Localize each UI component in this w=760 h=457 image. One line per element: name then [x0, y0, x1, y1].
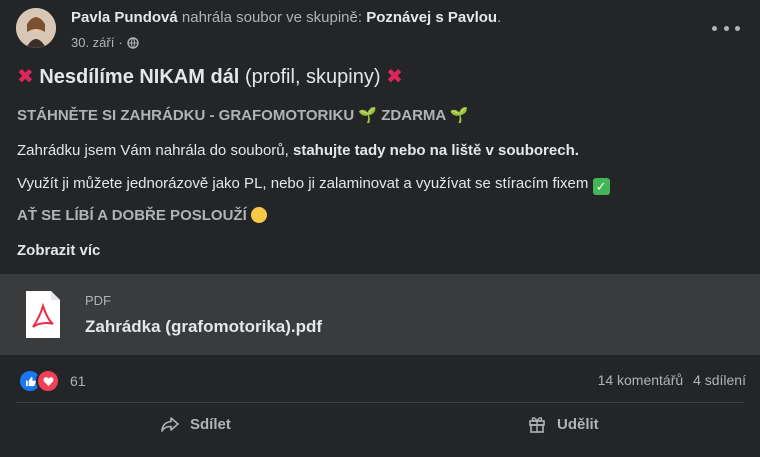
globe-icon: [127, 36, 139, 49]
comments-count[interactable]: 14 komentářů: [598, 372, 684, 388]
upload-text: Zahrádku jsem Vám nahrála do souborů,: [17, 142, 289, 159]
share-button[interactable]: Sdílet: [160, 414, 231, 434]
upload-bold-text: stahujte tady nebo na liště v souborech.: [293, 142, 579, 159]
attachment-name[interactable]: Zahrádka (grafomotorika).pdf: [85, 317, 322, 337]
download-text: STÁHNĚTE SI ZAHRÁDKU - GRAFOMOTORIKU: [17, 107, 355, 124]
gift-icon: [529, 417, 545, 433]
pdf-attachment[interactable]: PDF Zahrádka (grafomotorika).pdf: [0, 274, 760, 355]
download-line: STÁHNĚTE SI ZAHRÁDKU - GRAFOMOTORIKU 🌱 Z…: [17, 106, 469, 124]
award-button[interactable]: Udělit: [527, 414, 599, 434]
post-action-text: nahrála soubor ve skupině:: [181, 9, 363, 26]
share-icon: [161, 417, 179, 432]
show-more-link[interactable]: Zobrazit víc: [17, 242, 100, 259]
divider: [16, 402, 744, 403]
date-separator: ·: [118, 35, 123, 50]
share-label: Sdílet: [190, 415, 231, 433]
smile-icon: [250, 207, 267, 223]
post-stats: 14 komentářů 4 sdílení: [598, 372, 746, 388]
post-date[interactable]: 30. září: [71, 35, 114, 50]
avatar[interactable]: [16, 8, 56, 48]
header-period: .: [497, 9, 502, 26]
love-icon: [36, 369, 60, 393]
use-text: Využít ji můžete jednorázově jako PL, ne…: [17, 175, 589, 192]
pdf-icon: [26, 291, 60, 338]
reactions-summary[interactable]: 61: [18, 369, 86, 393]
cross-mark-icon: ✖: [17, 66, 34, 88]
reaction-count: 61: [70, 373, 86, 389]
more-icon[interactable]: [712, 18, 740, 38]
post: Pavla Pundová nahrála soubor ve skupině:…: [0, 0, 760, 457]
check-icon: ✓: [592, 178, 610, 195]
attachment-type: PDF: [85, 293, 111, 308]
post-title: ✖ Nesdílíme NIKAM dál (profil, skupiny) …: [17, 64, 403, 89]
award-label: Udělit: [557, 415, 599, 433]
cross-mark-icon: ✖: [386, 66, 403, 88]
title-rest: (profil, skupiny): [244, 66, 381, 88]
seedling-icon: 🌱: [358, 107, 378, 124]
upload-line: Zahrádku jsem Vám nahrála do souborů, st…: [17, 142, 579, 159]
post-header: Pavla Pundová nahrála soubor ve skupině:…: [71, 9, 501, 26]
group-link[interactable]: Poznávej s Pavlou: [366, 9, 497, 26]
use-line: Využít ji můžete jednorázově jako PL, ne…: [17, 175, 610, 195]
post-meta: 30. září ·: [71, 35, 139, 50]
shares-count[interactable]: 4 sdílení: [693, 372, 746, 388]
author-name[interactable]: Pavla Pundová: [71, 9, 178, 26]
free-text: ZDARMA: [381, 107, 446, 124]
enjoy-line: AŤ SE LÍBÍ A DOBŘE POSLOUŽÍ: [17, 207, 267, 224]
title-bold: Nesdílíme NIKAM dál: [39, 66, 240, 88]
enjoy-text: AŤ SE LÍBÍ A DOBŘE POSLOUŽÍ: [17, 207, 247, 224]
seedling-icon: 🌱: [449, 107, 469, 124]
